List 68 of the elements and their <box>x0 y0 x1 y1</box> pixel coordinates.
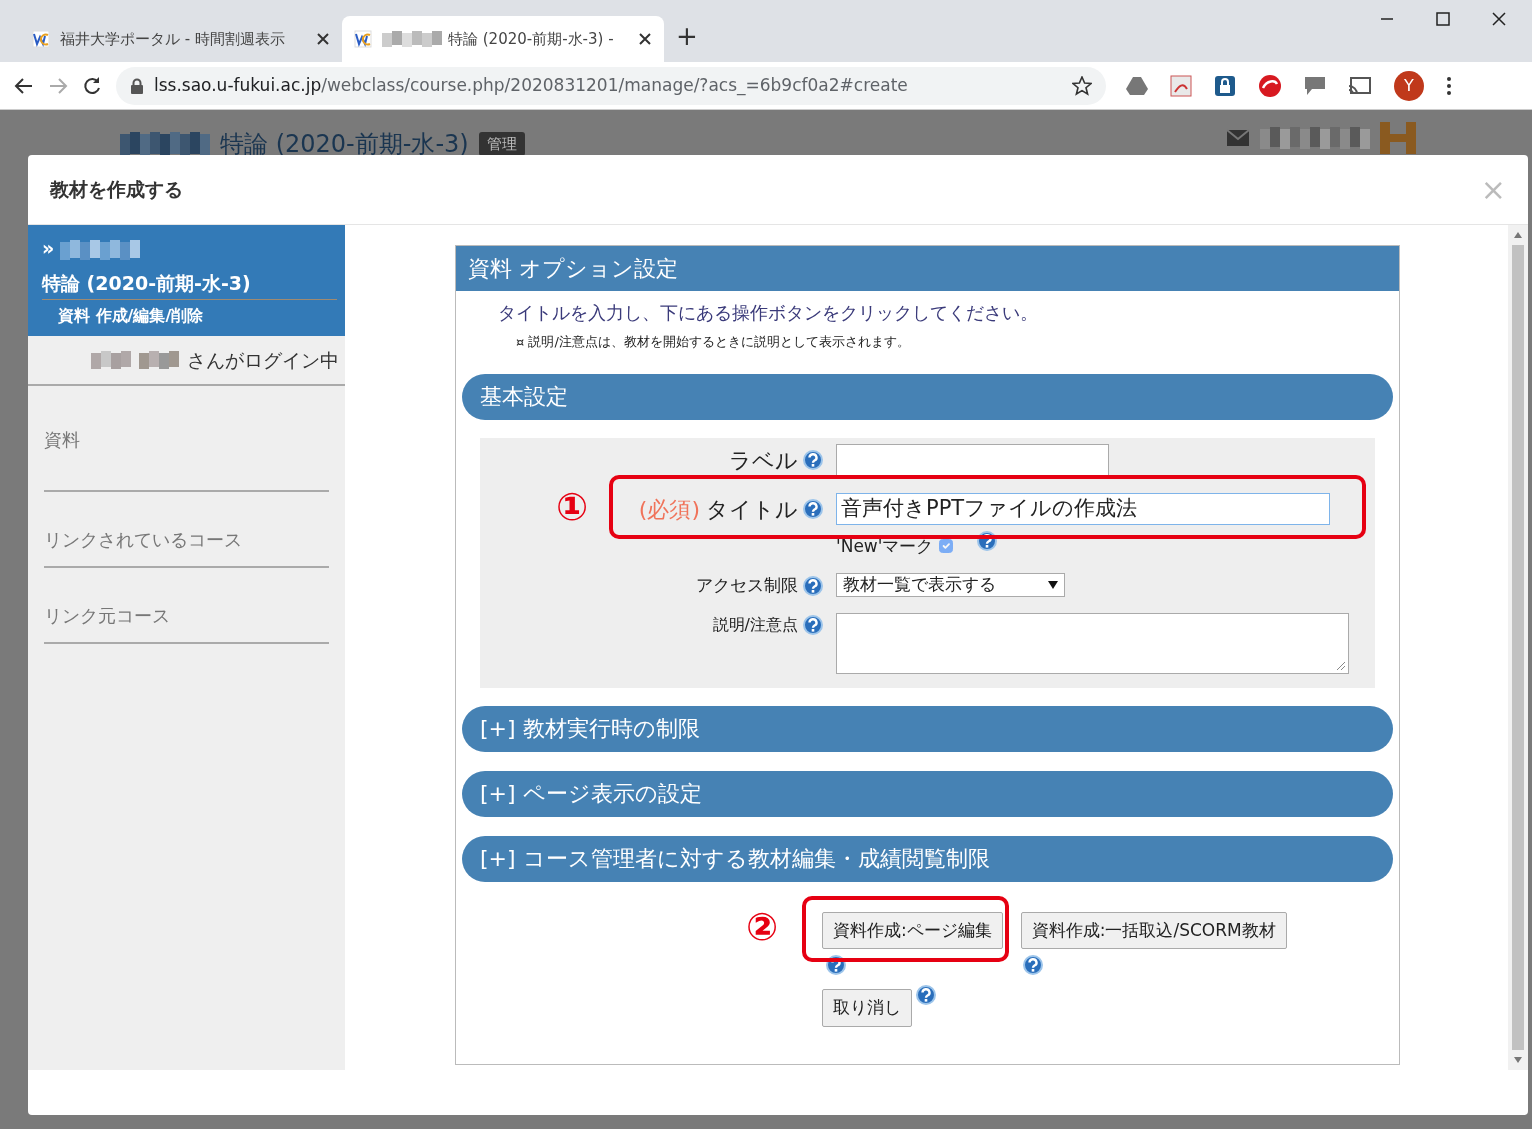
favicon-icon <box>32 30 50 48</box>
help-icon[interactable] <box>803 575 823 596</box>
maximize-icon[interactable] <box>1436 12 1450 26</box>
section-header[interactable]: [+] コース管理者に対する教材編集・成績閲覧制限 <box>462 835 1393 882</box>
document-icon[interactable] <box>1170 74 1192 97</box>
sidebar-link[interactable]: 資料 <box>44 416 329 492</box>
step-number: ② <box>746 907 779 946</box>
tab-title: 特論 (2020-前期-水-3) - <box>448 28 614 50</box>
resize-handle-icon <box>1336 660 1346 671</box>
scroll-down-icon <box>1513 1056 1523 1064</box>
instruction-text: タイトルを入力し、下にある操作ボタンをクリックしてください。 <box>497 301 1039 325</box>
logo-icon <box>1380 122 1416 154</box>
close-icon[interactable] <box>1492 12 1506 26</box>
text-field[interactable] <box>836 443 1109 476</box>
field-label: (必須) タイトル <box>638 495 798 524</box>
address-bar[interactable]: lss.sao.u-fukui.ac.jp/webclass/course.php/2020831201/manage/?acs_=6b9cf0a2#create <box>116 66 1106 105</box>
new-tab-button[interactable]: + <box>676 17 698 56</box>
page-badge: 管理 <box>478 131 525 157</box>
cancel-button[interactable]: 取り消し <box>822 989 912 1027</box>
dialog-title: 教材を作成する <box>50 177 183 203</box>
help-icon[interactable] <box>916 985 936 1005</box>
browser-tab[interactable]: 特論 (2020-前期-水-3) - <box>342 16 664 62</box>
browser-tab[interactable]: 福井大学ポータル - 時間割週表示 <box>20 16 342 62</box>
help-icon[interactable] <box>803 450 823 470</box>
section-header[interactable]: 基本設定 <box>462 373 1393 420</box>
action-button[interactable]: 資料作成:ページ編集 <box>822 911 1003 949</box>
mosaic-drawing <box>139 350 179 370</box>
sidebar-link[interactable]: リンク元コース <box>44 568 329 644</box>
back-arrow-icon[interactable] <box>14 75 34 96</box>
section-header[interactable]: [+] 教材実行時の制限 <box>462 705 1393 752</box>
section-header[interactable]: [+] ページ表示の設定 <box>462 770 1393 817</box>
lock-icon[interactable] <box>1214 74 1236 97</box>
close-icon[interactable] <box>638 32 652 46</box>
textarea-field[interactable] <box>836 612 1349 674</box>
star-icon[interactable] <box>1072 75 1092 96</box>
step-number: ① <box>556 487 589 526</box>
help-icon[interactable] <box>803 614 823 635</box>
page-title: 特論 (2020-前期-水-3) <box>220 129 469 160</box>
field-label: アクセス制限 <box>696 574 798 597</box>
login-status: さんがログイン中 <box>187 347 339 373</box>
favicon-icon <box>354 30 372 48</box>
select-field[interactable]: 教材一覧で表示する <box>836 573 1065 597</box>
close-icon[interactable] <box>316 32 330 46</box>
reload-icon[interactable] <box>82 75 102 96</box>
url-text: lss.sao.u-fukui.ac.jp/webclass/course.php/2020831201/manage/?acs_=6b9cf0a2#create <box>154 73 908 98</box>
sidebar-subtitle: 資料 作成/編集/削除 <box>57 305 205 327</box>
course-title[interactable]: 特論 (2020-前期-水-3) <box>42 270 251 299</box>
field-label: 'New'マーク <box>836 534 934 558</box>
help-icon[interactable] <box>803 499 823 519</box>
field-label: ラベル <box>729 446 798 475</box>
profile-avatar[interactable]: Y <box>1394 70 1424 101</box>
cast-icon[interactable] <box>1348 75 1372 96</box>
scrollbar[interactable] <box>1508 225 1528 1070</box>
course-marker: » <box>42 236 55 261</box>
more-menu-icon[interactable] <box>1446 75 1452 96</box>
field-label: 説明/注意点 <box>712 613 798 636</box>
mosaic-drawing <box>91 350 131 370</box>
note-text: ¤ 説明/注意点は、教材を開始するときに説明として表示されます。 <box>515 333 911 351</box>
sidebar-link[interactable]: リンクされているコース <box>44 492 329 568</box>
scroll-up-icon <box>1513 231 1523 239</box>
panel-header: 資料 オプション設定 <box>456 246 1399 291</box>
lock-icon <box>130 77 144 94</box>
text-field[interactable]: 音声付きPPTファイルの作成法 <box>836 492 1330 525</box>
envelope-icon <box>1226 129 1250 147</box>
dropdown-arrow-icon <box>1048 581 1058 589</box>
help-icon[interactable] <box>1022 955 1043 975</box>
action-button[interactable]: 資料作成:一括取込/SCORM教材 <box>1020 911 1287 949</box>
tab-title: 福井大学ポータル - 時間割週表示 <box>60 28 285 50</box>
